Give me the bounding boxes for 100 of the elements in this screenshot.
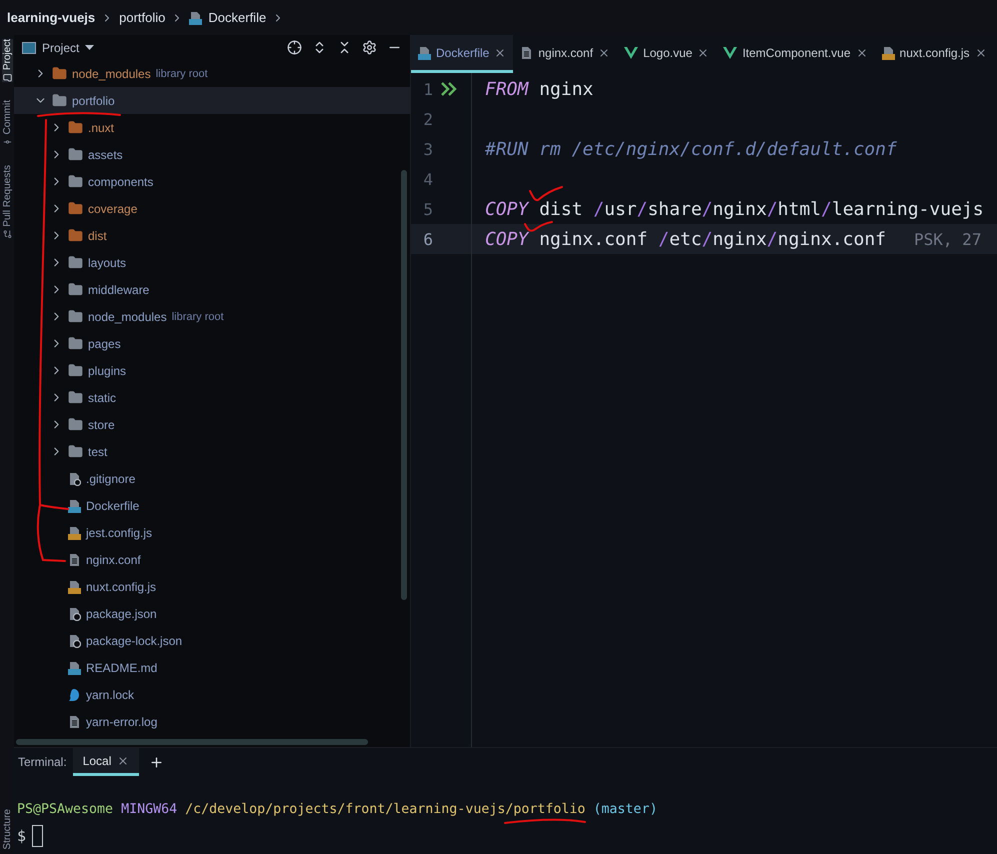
line-number: 5 (422, 200, 433, 218)
tree-row[interactable]: store (14, 411, 410, 438)
tree-row[interactable]: nuxt.config.js (14, 573, 410, 600)
tree-row[interactable]: middleware (14, 276, 410, 303)
tree-item-label: middleware (88, 282, 150, 296)
tree-row[interactable]: dist (14, 222, 410, 249)
close-icon[interactable] (856, 46, 868, 58)
tree-row[interactable]: package-lock.json (14, 627, 410, 654)
tree-row[interactable]: jest.config.js (14, 519, 410, 546)
tree-row[interactable]: nginx.conf (14, 546, 410, 573)
tree-item-label: .nuxt (88, 120, 114, 134)
tree-row[interactable]: README.md (14, 654, 410, 681)
add-tab-icon[interactable] (149, 754, 164, 770)
tree-item-label: plugins (88, 364, 126, 378)
tree-item-label: package-lock.json (86, 634, 182, 648)
scrollbar[interactable] (401, 170, 407, 600)
close-icon[interactable] (494, 46, 506, 58)
js-file-icon (68, 526, 81, 540)
text-file-icon (68, 714, 81, 728)
tree-row[interactable]: .nuxt (14, 114, 410, 141)
json-file-icon (68, 634, 81, 648)
text-cursor (32, 825, 44, 847)
tree-row[interactable]: node_modules library root (14, 303, 410, 330)
editor-tab[interactable]: Dockerfile (411, 35, 514, 73)
library-root-label: library root (172, 310, 224, 322)
breadcrumb-item[interactable]: portfolio (119, 10, 166, 25)
tree-item-label: README.md (86, 660, 158, 674)
editor-tab[interactable]: Logo.vue (617, 35, 716, 73)
tree-row[interactable]: yarn-error.log (14, 708, 410, 735)
tree-row[interactable]: test (14, 438, 410, 465)
run-icon[interactable] (441, 82, 459, 96)
locate-icon[interactable] (287, 40, 302, 55)
terminal-tab[interactable]: Local (72, 748, 140, 776)
js-file-icon (68, 580, 81, 594)
tool-window-tab[interactable]: Project (2, 39, 12, 82)
scrollbar[interactable] (16, 739, 368, 745)
breadcrumb-item[interactable]: learning-vuejs (7, 10, 96, 25)
editor-tab[interactable]: nuxt.config.js (874, 35, 994, 73)
tree-item-label: node_modules (88, 310, 167, 324)
tree-row[interactable]: coverage (14, 195, 410, 222)
close-icon[interactable] (598, 46, 610, 58)
tree-row[interactable]: pages (14, 330, 410, 357)
tree-item-label: nginx.conf (86, 552, 141, 566)
tool-window-tab[interactable]: Pull Requests (2, 164, 12, 238)
tree-row[interactable]: portfolio (14, 87, 410, 114)
pull-request-icon (2, 229, 12, 238)
tree-row[interactable]: components (14, 168, 410, 195)
code-text: #RUN rm /etc/nginx/conf.d/default.conf (485, 138, 897, 160)
tree-item-label: pages (88, 336, 121, 350)
terminal-prompt: PS@PSAwesome MINGW64 /c/develop/projects/front/learning-vuejs/portfolio (master) (17, 802, 658, 817)
panel-title[interactable]: Project (42, 40, 80, 54)
tree-row[interactable]: package.json (14, 600, 410, 627)
vue-icon (624, 46, 638, 58)
tree-item-label: .gitignore (86, 472, 136, 486)
tree-item-label: coverage (88, 202, 138, 216)
code-text: COPY dist /usr/share/nginx/html/learning-vuejs (485, 198, 984, 220)
tree-item-label: components (88, 174, 154, 188)
tree-item-label: yarn.lock (86, 688, 134, 702)
breadcrumb-item[interactable]: Dockerfile (208, 10, 266, 25)
project-view-icon (22, 42, 36, 54)
tree-item-label: Dockerfile (86, 498, 140, 512)
tree-item-label: test (88, 444, 108, 458)
tree-row[interactable]: Dockerfile (14, 492, 410, 519)
tool-window-tab[interactable]: Structure (2, 809, 12, 850)
yarn-icon (68, 688, 81, 702)
folder-icon (2, 73, 12, 82)
inlay-hint: PSK, 27 (914, 230, 982, 248)
tool-window-tab[interactable]: Commit (2, 100, 12, 147)
markdown-file-icon (68, 660, 81, 674)
tree-item-label: portfolio (72, 94, 115, 108)
vue-icon (723, 46, 738, 58)
code-text: FROM nginx (485, 78, 594, 100)
close-icon[interactable] (974, 46, 987, 58)
close-icon[interactable] (697, 46, 710, 58)
tree-item-label: store (88, 418, 115, 432)
editor-tab[interactable]: ItemComponent.vue (716, 35, 875, 73)
line-number: 1 (422, 80, 433, 98)
tree-row[interactable]: node_modules library root (14, 60, 410, 87)
editor-tab[interactable]: nginx.conf (513, 35, 618, 73)
tree-item-label: node_modules (72, 66, 151, 80)
docker-file-icon (68, 498, 81, 512)
text-file-icon (520, 46, 534, 60)
tree-row[interactable]: .gitignore (14, 465, 410, 492)
library-root-label: library root (156, 68, 208, 80)
line-number: 3 (422, 140, 433, 158)
docker-file-icon (418, 46, 431, 60)
settings-icon[interactable] (362, 40, 377, 55)
tree-row[interactable]: layouts (14, 249, 410, 276)
tree-row[interactable]: yarn.lock (14, 681, 410, 708)
line-number: 4 (422, 170, 433, 188)
docker-file-icon (189, 10, 202, 24)
tree-row[interactable]: plugins (14, 357, 410, 384)
tree-item-label: jest.config.js (86, 526, 152, 540)
dropdown-caret-icon[interactable] (85, 45, 94, 50)
tree-item-label: assets (88, 148, 123, 162)
tree-row[interactable]: assets (14, 141, 410, 168)
tree-row[interactable]: static (14, 384, 410, 411)
tree-item-label: layouts (88, 256, 126, 270)
close-icon[interactable] (117, 754, 130, 766)
line-number: 6 (422, 230, 433, 248)
